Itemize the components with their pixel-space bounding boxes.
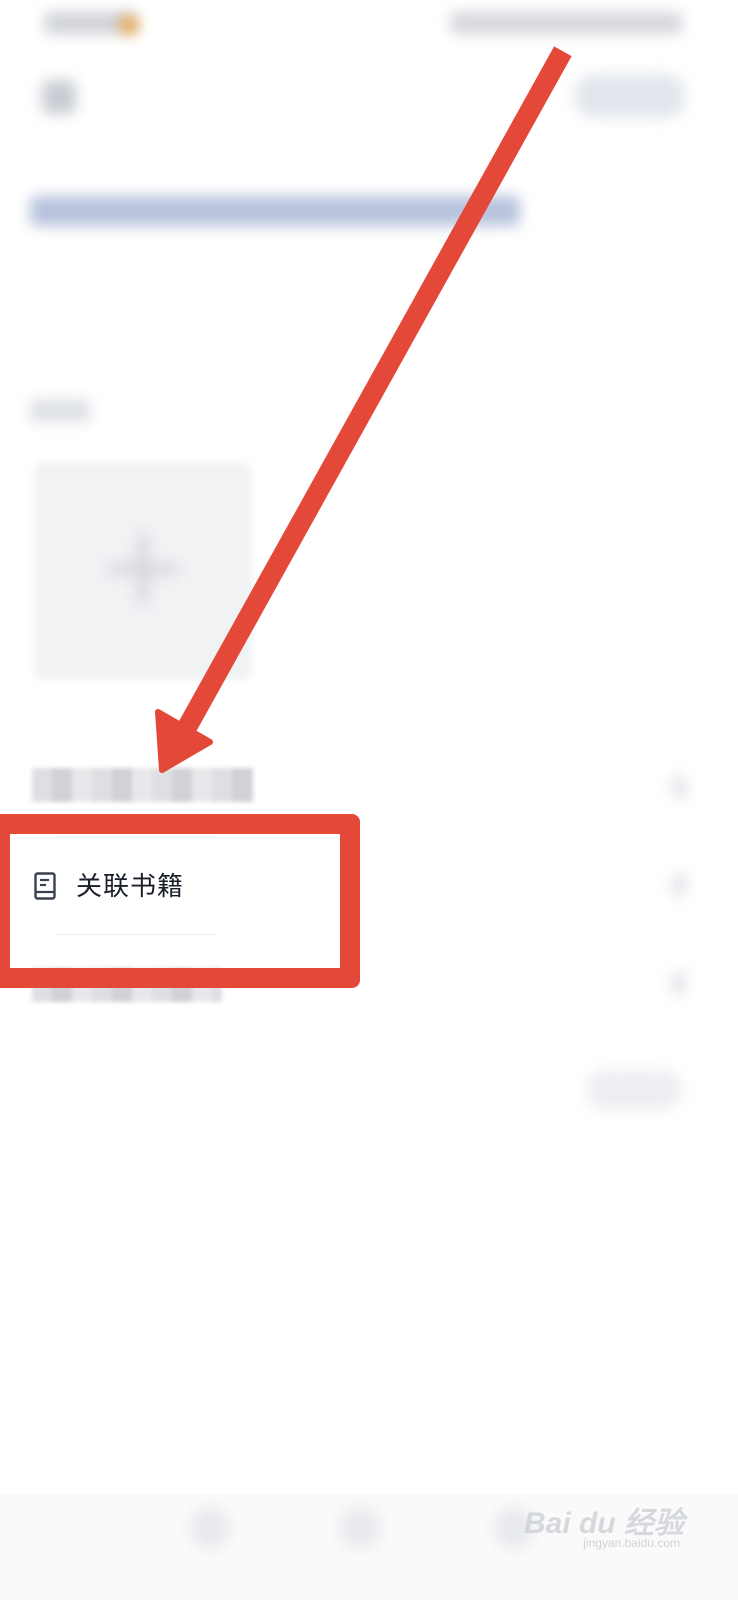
publish-button[interactable] (574, 74, 686, 118)
close-icon[interactable] (42, 80, 76, 114)
chevron-right-icon (672, 776, 686, 798)
status-indicator-dot (120, 16, 138, 34)
toolbar-icon-1[interactable] (190, 1508, 230, 1548)
chevron-right-icon (672, 972, 686, 994)
title-input[interactable] (30, 196, 520, 226)
plus-icon-vertical (138, 534, 148, 604)
status-bar-icons (450, 12, 682, 34)
watermark-url: jingyan.baidu.com (583, 1536, 680, 1550)
toolbar-icon-2[interactable] (340, 1508, 380, 1548)
section-label (30, 400, 90, 422)
tag-button[interactable] (586, 1070, 682, 1110)
annotation-highlight-box (0, 814, 360, 988)
option-row-obscured-1[interactable] (32, 768, 254, 802)
chevron-right-icon (672, 874, 686, 896)
